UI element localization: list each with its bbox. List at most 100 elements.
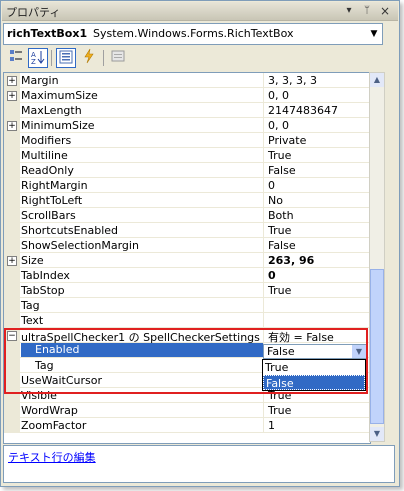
property-row[interactable]: Text bbox=[4, 313, 370, 328]
property-row[interactable]: ShortcutsEnabled True bbox=[4, 223, 370, 238]
scroll-thumb[interactable] bbox=[370, 269, 384, 424]
property-value[interactable]: 0 bbox=[268, 179, 275, 192]
row-gutter bbox=[4, 133, 20, 148]
property-row[interactable]: WordWrap True bbox=[4, 403, 370, 418]
property-row[interactable]: Modifiers Private bbox=[4, 133, 370, 148]
column-divider bbox=[263, 313, 264, 328]
property-name: ReadOnly bbox=[21, 164, 74, 177]
property-row[interactable]: TabStop True bbox=[4, 283, 370, 298]
property-row[interactable]: Tag bbox=[4, 298, 370, 313]
property-name: WordWrap bbox=[21, 404, 78, 417]
object-name: richTextBox1 bbox=[7, 27, 88, 40]
property-name: Size bbox=[21, 254, 44, 267]
dropdown-list: True False bbox=[262, 359, 366, 391]
property-value[interactable]: True bbox=[268, 404, 291, 417]
property-name: TabIndex bbox=[21, 269, 70, 282]
properties-icon[interactable] bbox=[56, 48, 76, 68]
categorized-icon[interactable] bbox=[6, 48, 26, 68]
property-row[interactable]: ShowSelectionMargin False bbox=[4, 238, 370, 253]
property-row[interactable]: ZoomFactor 1 bbox=[4, 418, 370, 433]
row-gutter bbox=[4, 313, 20, 328]
row-gutter: + bbox=[4, 88, 20, 103]
row-gutter bbox=[4, 283, 20, 298]
column-divider bbox=[263, 73, 264, 88]
column-divider bbox=[263, 148, 264, 163]
property-value[interactable]: 2147483647 bbox=[268, 104, 338, 117]
property-row[interactable]: RightToLeft No bbox=[4, 193, 370, 208]
row-gutter: + bbox=[4, 73, 20, 88]
scroll-down-icon[interactable]: ▼ bbox=[370, 427, 384, 441]
pin-icon[interactable]: ᛘ bbox=[360, 4, 374, 18]
chevron-down-icon[interactable]: ▼ bbox=[352, 345, 366, 358]
window-menu-icon[interactable]: ▾ bbox=[342, 4, 356, 18]
row-gutter bbox=[4, 208, 20, 223]
property-value[interactable]: Private bbox=[268, 134, 306, 147]
vertical-scrollbar[interactable]: ▲ ▼ bbox=[369, 72, 385, 442]
column-divider bbox=[263, 103, 264, 118]
object-selector[interactable]: richTextBox1 System.Windows.Forms.RichTe… bbox=[3, 23, 383, 45]
property-value[interactable]: True bbox=[268, 224, 291, 237]
property-row[interactable]: + MinimumSize 0, 0 bbox=[4, 118, 370, 133]
property-value[interactable]: True bbox=[268, 284, 291, 297]
collapse-icon[interactable]: − bbox=[7, 331, 17, 341]
property-value[interactable]: Both bbox=[268, 209, 294, 222]
alphabetical-icon[interactable]: AZ bbox=[28, 48, 48, 68]
property-name: ShowSelectionMargin bbox=[21, 239, 139, 252]
row-gutter bbox=[4, 268, 20, 283]
property-name: Tag bbox=[35, 359, 54, 372]
property-value[interactable]: 0, 0 bbox=[268, 89, 289, 102]
property-row[interactable]: + MaximumSize 0, 0 bbox=[4, 88, 370, 103]
property-value[interactable]: 263, 96 bbox=[268, 254, 314, 267]
property-row[interactable]: − ultraSpellChecker1 の SpellCheckerSettin… bbox=[4, 328, 370, 344]
property-row[interactable]: ScrollBars Both bbox=[4, 208, 370, 223]
row-gutter: + bbox=[4, 118, 20, 133]
row-gutter: − bbox=[4, 328, 20, 343]
property-row[interactable]: MaxLength 2147483647 bbox=[4, 103, 370, 118]
close-icon[interactable]: × bbox=[378, 4, 392, 18]
property-name: TabStop bbox=[21, 284, 65, 297]
property-name: Multiline bbox=[21, 149, 68, 162]
scroll-up-icon[interactable]: ▲ bbox=[370, 73, 384, 87]
row-gutter bbox=[4, 238, 20, 253]
toolbar-separator bbox=[103, 50, 104, 66]
column-divider bbox=[263, 238, 264, 253]
chevron-down-icon[interactable]: ▼ bbox=[366, 24, 382, 44]
expand-icon[interactable]: + bbox=[7, 256, 17, 266]
dropdown-option-true[interactable]: True bbox=[263, 360, 365, 375]
events-icon[interactable] bbox=[79, 48, 99, 68]
property-row[interactable]: Multiline True bbox=[4, 148, 370, 163]
column-divider bbox=[263, 328, 264, 343]
object-type: System.Windows.Forms.RichTextBox bbox=[93, 27, 294, 40]
row-gutter bbox=[4, 163, 20, 178]
expand-icon[interactable]: + bbox=[7, 91, 17, 101]
property-name: Margin bbox=[21, 74, 59, 87]
property-value[interactable]: 0 bbox=[268, 269, 276, 282]
property-name: RightMargin bbox=[21, 179, 88, 192]
svg-text:Z: Z bbox=[31, 58, 36, 65]
property-row[interactable]: + Margin 3, 3, 3, 3 bbox=[4, 73, 370, 88]
property-value[interactable]: 1 bbox=[268, 419, 275, 432]
row-gutter bbox=[4, 373, 20, 388]
dropdown-option-false[interactable]: False bbox=[263, 375, 365, 390]
row-gutter bbox=[4, 193, 20, 208]
property-value[interactable]: False bbox=[268, 164, 296, 177]
property-row[interactable]: RightMargin 0 bbox=[4, 178, 370, 193]
property-row[interactable]: + Size 263, 96 bbox=[4, 253, 370, 268]
property-row[interactable]: ReadOnly False bbox=[4, 163, 370, 178]
commands-pane: テキスト行の編集 bbox=[3, 445, 395, 483]
enabled-value-dropdown[interactable]: False ▼ bbox=[263, 344, 367, 359]
property-row[interactable]: TabIndex 0 bbox=[4, 268, 370, 283]
property-value[interactable]: 0, 0 bbox=[268, 119, 289, 132]
property-value[interactable]: True bbox=[268, 149, 291, 162]
property-pages-icon[interactable] bbox=[108, 48, 128, 68]
expand-icon[interactable]: + bbox=[7, 76, 17, 86]
toolbar-separator bbox=[51, 50, 52, 66]
expand-icon[interactable]: + bbox=[7, 121, 17, 131]
column-divider bbox=[263, 193, 264, 208]
property-value[interactable]: No bbox=[268, 194, 283, 207]
property-value[interactable]: False bbox=[268, 239, 296, 252]
edit-text-lines-link[interactable]: テキスト行の編集 bbox=[8, 449, 96, 465]
property-value[interactable]: 3, 3, 3, 3 bbox=[268, 74, 317, 87]
property-name: UseWaitCursor bbox=[21, 374, 102, 387]
property-name: RightToLeft bbox=[21, 194, 83, 207]
